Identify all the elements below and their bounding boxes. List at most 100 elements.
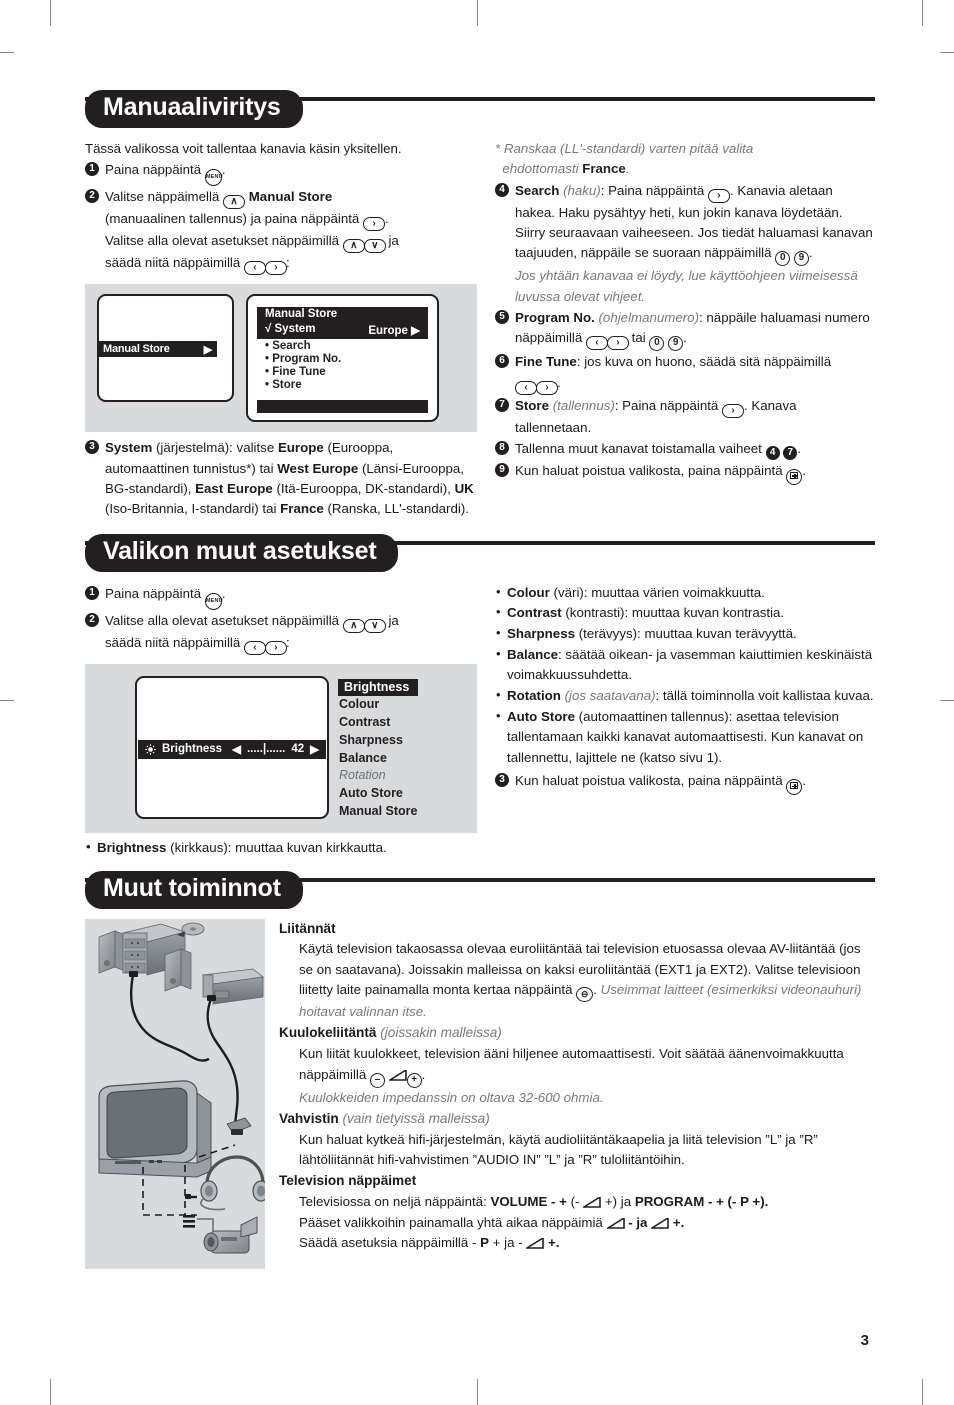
right-key-icon: › (707, 188, 730, 203)
step-1: 1 Paina näppäintä MENU. (85, 584, 477, 610)
plug-icon (129, 970, 138, 977)
osd-row-value: Europe (368, 325, 408, 338)
section-other-menu-settings: Valikon muut asetukset (85, 533, 875, 572)
heading-television-nappaimet: Television näppäimet (279, 1173, 417, 1189)
osd-footer-bar (257, 400, 428, 414)
right-key-icon: › (264, 640, 287, 655)
step-5: 5 Program No. (ohjelmanumero): näppäile … (495, 308, 875, 352)
check-icon: √ (265, 323, 272, 336)
tv-keys-line-3-c: + ja - (488, 1234, 527, 1250)
menu-item-colour: Colour (339, 697, 380, 712)
vahvistin-term: Vahvistin (279, 1110, 339, 1126)
step-7: 7 Store (tallennus): Paina näppäintä ›. … (495, 396, 875, 438)
tv-keys-line-1-e: (- P +). (723, 1194, 769, 1210)
osd-row-search: • Search (257, 339, 428, 352)
tv-keys-line-2-d: - ja (624, 1214, 652, 1230)
right-key-icon: › (606, 336, 629, 351)
menu-item-balance: Balance (339, 750, 387, 765)
tv-keys-line-3-e: +. (544, 1234, 560, 1250)
step-text: Search (haku): Paina näppäintä ›. Kanavi… (515, 182, 873, 304)
rotation-note: (jos saatavana) (560, 688, 656, 704)
speaker-right-icon (164, 947, 192, 992)
menu-key-icon: MENU (204, 592, 223, 610)
connections-diagram-icon (98, 922, 270, 1254)
step-number: 2 (85, 612, 99, 627)
step-number: 3 (495, 773, 509, 788)
left-key-icon: ‹ (585, 336, 608, 351)
zero-key-icon: 0 (775, 251, 791, 267)
step-text: Kun haluat poistua valikosta, paina näpp… (515, 461, 875, 486)
step-text: Valitse alla olevat asetukset näppäimill… (105, 612, 399, 655)
balance-term: Balance (507, 647, 558, 663)
search-note: Jos yhtään kanavaa ei löydy, lue käyttöo… (515, 268, 858, 304)
osd-row-fine-tune: • Fine Tune (257, 365, 428, 378)
slider-track: .....|...... (246, 743, 286, 756)
step-4: 4 Search (haku): Paina näppäintä ›. Kana… (495, 181, 875, 307)
step-text: Program No. (ohjelmanumero): näppäile ha… (515, 308, 875, 352)
left-right-key-pair: ‹ › (243, 255, 287, 276)
osd-left-menu-label: Manual Store (103, 343, 170, 356)
bullet-contrast: Contrast (kontrasti): muuttaa kuvan kont… (495, 602, 875, 623)
rotation-desc: : tällä toiminnolla voit kallistaa kuvaa… (655, 688, 874, 704)
step-3-exit: 3 Kun haluat poistua valikosta, paina nä… (495, 771, 875, 796)
step-text: Paina näppäintä MENU. (105, 584, 477, 610)
step-9: 9 Kun haluat poistua valikosta, paina nä… (495, 461, 875, 486)
up-key-icon: ∧ (223, 195, 246, 210)
osd-row-label: Search (272, 339, 311, 352)
crop-mark-bottom-left (50, 1379, 51, 1405)
bullet-colour: Colour (väri): muuttaa värien voimakkuut… (495, 582, 875, 603)
right-key-icon: › (264, 261, 287, 276)
manual-tuning-intro: Tässä valikossa voit tallentaa kanavia k… (85, 141, 402, 156)
step-text: Fine Tune: jos kuva on huono, säädä sitä… (515, 354, 832, 395)
crop-mark-left-middle (0, 700, 14, 701)
osd-row-label: Fine Tune (272, 365, 326, 378)
crop-mark-right-middle (940, 700, 954, 701)
step-text: Tallenna muut kanavat toistamalla vaihee… (515, 441, 801, 461)
step-number: 5 (495, 310, 509, 325)
osd-row-label: Store (272, 378, 302, 391)
crop-mark-right-upper (940, 52, 954, 53)
heading-vahvistin: Vahvistin (vain tietyissä malleissa) (279, 1109, 875, 1130)
osd-brightness-menu: Brightness Colour Contrast Sharpness Bal… (338, 676, 418, 821)
tv-set-icon (98, 1079, 212, 1178)
west-europe-term: West Europe (277, 460, 359, 476)
menu-item-manual-store: Manual Store (339, 803, 418, 818)
volume-wedge-icon (388, 1069, 407, 1081)
osd-diagram-inner: Manual Store ▶ Manual Store √ System Eur… (97, 294, 465, 423)
vahvistin-note: (vain tietyissä malleissa) (338, 1110, 490, 1126)
bullet-icon: • (265, 339, 270, 352)
page-number: 3 (860, 1332, 869, 1349)
television-nappaimet-body: Televisiossa on neljä näppäintä: VOLUME … (279, 1192, 875, 1253)
slider-left-arrow-icon: ◀ (232, 744, 241, 757)
plug-icon (207, 994, 216, 1001)
left-right-key-pair: ‹ › (585, 330, 629, 351)
crop-mark-top-right (922, 0, 923, 26)
osd-diagram-brightness: Brightness ◀ .....|...... 42 ▶ Brightnes… (85, 663, 477, 833)
tv-keys-line-3-a: Säädä asetuksia näppäimillä - (299, 1234, 481, 1250)
vahvistin-line-1: Kun haluat kytkeä hifi-järjestelmän, käy… (299, 1131, 762, 1147)
tv-keys-line-1-c: (- (566, 1194, 584, 1210)
step-text: System (järjestelmä): valitse Europe (Eu… (105, 440, 474, 517)
osd-row-program-no: • Program No. (257, 352, 428, 365)
crop-mark-bottom-center (477, 1379, 478, 1405)
liitannat-line-4: näppäintä (514, 982, 577, 998)
volume-wedge-icon (606, 1217, 625, 1229)
volume-wedge-icon (651, 1217, 669, 1229)
europe-term: Europe (277, 440, 324, 456)
contrast-term: Contrast (507, 605, 562, 621)
left-key-icon: ‹ (243, 640, 266, 655)
step-2-line1: Valitse alla olevat asetukset näppäimill… (105, 612, 343, 628)
menu-key-icon: MENU (204, 169, 223, 187)
osd-row-label: Program No. (272, 352, 342, 365)
right-key-icon: › (536, 380, 558, 395)
osd-diagram-manual-store: Manual Store ▶ Manual Store √ System Eur… (85, 284, 477, 433)
kuuloke-line-1: Kun liität kuulokkeet, television ääni h… (299, 1046, 725, 1062)
sharpness-term: Sharpness (507, 626, 575, 642)
down-key-icon: ∨ (363, 239, 386, 254)
step-text: Valitse näppäimellä ∧ Manual Store (manu… (105, 189, 399, 276)
brightness-caption: Brightness (kirkkaus): muuttaa kuvan kir… (85, 839, 477, 855)
step-text: Store (tallennus): Paina näppäintä ›. Ka… (515, 397, 797, 435)
menu-item-auto-store: Auto Store (339, 786, 403, 801)
slider-right-arrow-icon: ▶ (310, 744, 319, 757)
colour-desc: (väri): muuttaa värien voimakkuutta. (549, 584, 765, 600)
